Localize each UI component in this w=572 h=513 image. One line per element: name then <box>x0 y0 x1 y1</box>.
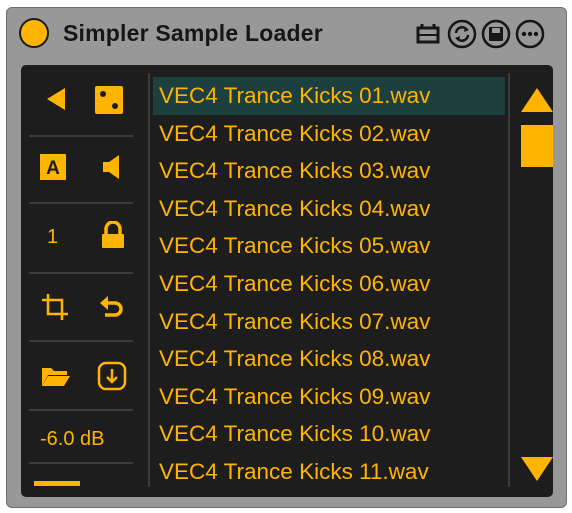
auto-icon[interactable]: A <box>40 154 66 180</box>
device-window: Simpler Sample Loader A 1 -6.0 dB VEC4 T… <box>6 7 567 508</box>
divider <box>29 409 133 411</box>
download-icon[interactable] <box>97 361 127 391</box>
list-item[interactable]: VEC4 Trance Kicks 11.wav <box>153 453 505 491</box>
list-item[interactable]: VEC4 Trance Kicks 08.wav <box>153 340 505 378</box>
divider <box>29 202 133 204</box>
clip-icon[interactable] <box>413 19 443 49</box>
main-panel: A 1 -6.0 dB VEC4 Trance Kicks 01.wav VEC… <box>21 65 553 497</box>
crop-icon[interactable] <box>41 293 69 321</box>
level-meter <box>34 481 80 486</box>
list-item[interactable]: VEC4 Trance Kicks 01.wav <box>153 77 505 115</box>
divider <box>29 340 133 342</box>
device-title: Simpler Sample Loader <box>63 20 323 46</box>
svg-text:A: A <box>46 158 60 179</box>
arrow-down-icon[interactable] <box>521 457 553 481</box>
separator <box>508 73 510 487</box>
list-item[interactable]: VEC4 Trance Kicks 06.wav <box>153 265 505 303</box>
gain-value[interactable]: -6.0 dB <box>40 428 104 451</box>
lock-icon[interactable] <box>100 221 126 249</box>
dice-icon[interactable] <box>95 86 123 114</box>
list-item[interactable]: VEC4 Trance Kicks 07.wav <box>153 303 505 341</box>
separator <box>148 73 150 487</box>
sample-list[interactable]: VEC4 Trance Kicks 01.wav VEC4 Trance Kic… <box>153 77 505 491</box>
list-item[interactable]: VEC4 Trance Kicks 04.wav <box>153 190 505 228</box>
control-column: A 1 -6.0 dB <box>21 65 137 497</box>
transpose-value[interactable]: 1 <box>47 226 58 249</box>
divider <box>29 462 133 464</box>
more-icon[interactable] <box>515 19 545 49</box>
list-item[interactable]: VEC4 Trance Kicks 05.wav <box>153 227 505 265</box>
swap-icon[interactable] <box>447 19 477 49</box>
list-item[interactable]: VEC4 Trance Kicks 10.wav <box>153 415 505 453</box>
divider <box>29 135 133 137</box>
undo-icon[interactable] <box>99 294 125 320</box>
save-icon[interactable] <box>481 19 511 49</box>
scrollbar-thumb[interactable] <box>521 125 553 167</box>
list-item[interactable]: VEC4 Trance Kicks 02.wav <box>153 115 505 153</box>
list-item[interactable]: VEC4 Trance Kicks 09.wav <box>153 378 505 416</box>
divider <box>29 272 133 274</box>
list-item[interactable]: VEC4 Trance Kicks 03.wav <box>153 152 505 190</box>
folder-icon[interactable] <box>41 364 71 388</box>
title-bar: Simpler Sample Loader <box>7 8 566 58</box>
speaker-icon[interactable] <box>101 154 123 180</box>
power-toggle[interactable] <box>19 18 49 48</box>
arrow-up-icon[interactable] <box>521 88 553 112</box>
play-left-icon[interactable] <box>43 86 69 112</box>
